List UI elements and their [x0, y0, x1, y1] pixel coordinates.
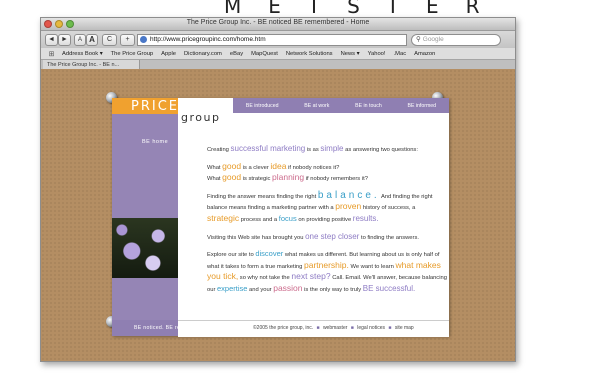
- bookmark-item[interactable]: The Price Group: [111, 51, 154, 57]
- back-button[interactable]: ◄: [45, 34, 58, 46]
- site-nav: BE introduced BE at work BE in touch BE …: [233, 98, 449, 113]
- footer-tagline: BE noticed. BE remembered.: [134, 325, 209, 331]
- bookmark-item[interactable]: Apple: [161, 51, 176, 57]
- bookmark-item[interactable]: MapQuest: [251, 51, 278, 57]
- nav-be-introduced[interactable]: BE introduced: [246, 103, 279, 109]
- nav-be-in-touch[interactable]: BE in touch: [355, 103, 382, 109]
- address-bar[interactable]: http://www.pricegroupinc.com/home.htm: [137, 34, 407, 46]
- footer-separator: ■: [316, 325, 320, 331]
- text-larger-button[interactable]: A: [86, 34, 98, 46]
- footer-webmaster-link[interactable]: webmaster: [323, 325, 347, 331]
- nav-be-at-work[interactable]: BE at work: [304, 103, 329, 109]
- logo-group[interactable]: group: [181, 111, 220, 124]
- sidebar-be-home[interactable]: BE home: [142, 139, 168, 145]
- logo-price[interactable]: PRICE: [131, 99, 179, 114]
- bookmark-item[interactable]: Amazon: [414, 51, 435, 57]
- nav-be-informed[interactable]: BE informed: [408, 103, 437, 109]
- search-icon: ⚲: [416, 36, 421, 43]
- browser-window: The Price Group Inc. - BE noticed BE rem…: [40, 17, 516, 362]
- bookmark-item[interactable]: Address Book ▾: [62, 51, 103, 57]
- add-bookmark-button[interactable]: +: [120, 34, 135, 46]
- footer-links: ©2005 the price group, inc. ■ webmaster …: [253, 325, 414, 331]
- footer-copyright: ©2005 the price group, inc.: [253, 325, 314, 331]
- bookmark-item[interactable]: eBay: [230, 51, 243, 57]
- paragraph: Explore our site to discover what makes …: [207, 249, 447, 293]
- site-page: PRICE group BE introduced BE at work BE …: [112, 98, 449, 337]
- footer-legal-link[interactable]: legal notices: [357, 325, 385, 331]
- reload-button[interactable]: C: [102, 34, 117, 46]
- footer-sitemap-link[interactable]: site map: [395, 325, 414, 331]
- footer-separator: ■: [350, 325, 354, 331]
- bookmark-item[interactable]: Network Solutions: [286, 51, 333, 57]
- background-heading: METSTER: [224, 0, 507, 18]
- bookmark-item[interactable]: Dictionary.com: [184, 51, 222, 57]
- paragraph: What good is a clever idea if nobody not…: [207, 160, 368, 183]
- search-placeholder: Google: [422, 36, 444, 43]
- address-url: http://www.pricegroupinc.com/home.htm: [150, 36, 266, 43]
- main-copy: Creating successful marketing is as simp…: [207, 144, 447, 302]
- forward-button[interactable]: ►: [58, 34, 71, 46]
- footer-separator: ■: [388, 325, 392, 331]
- left-column: [112, 98, 178, 336]
- bookmark-item[interactable]: .Mac: [394, 51, 407, 57]
- paragraph: Finding the answer means finding the rig…: [207, 189, 433, 223]
- globe-icon: [140, 36, 147, 43]
- paragraph: Visiting this Web site has brought you o…: [207, 231, 419, 241]
- web-content: PRICE group BE introduced BE at work BE …: [41, 69, 515, 361]
- text-smaller-button[interactable]: A: [74, 34, 86, 46]
- search-field[interactable]: ⚲ Google: [411, 34, 501, 46]
- window-title: The Price Group Inc. - BE noticed BE rem…: [186, 19, 370, 26]
- browser-toolbar: ◄ ► A A C + http://www.pricegroupinc.com…: [41, 31, 515, 48]
- paragraph: Creating successful marketing is as simp…: [207, 144, 418, 153]
- flower-photo: [112, 218, 178, 278]
- bookmark-item[interactable]: News ▾: [341, 51, 360, 57]
- bookmark-item[interactable]: Yahoo!: [368, 51, 386, 57]
- title-bar: The Price Group Inc. - BE noticed BE rem…: [41, 18, 515, 31]
- bookmarks-book-icon[interactable]: ⊞: [47, 50, 56, 58]
- bookmarks-bar: ⊞ Address Book ▾ The Price Group Apple D…: [41, 48, 515, 60]
